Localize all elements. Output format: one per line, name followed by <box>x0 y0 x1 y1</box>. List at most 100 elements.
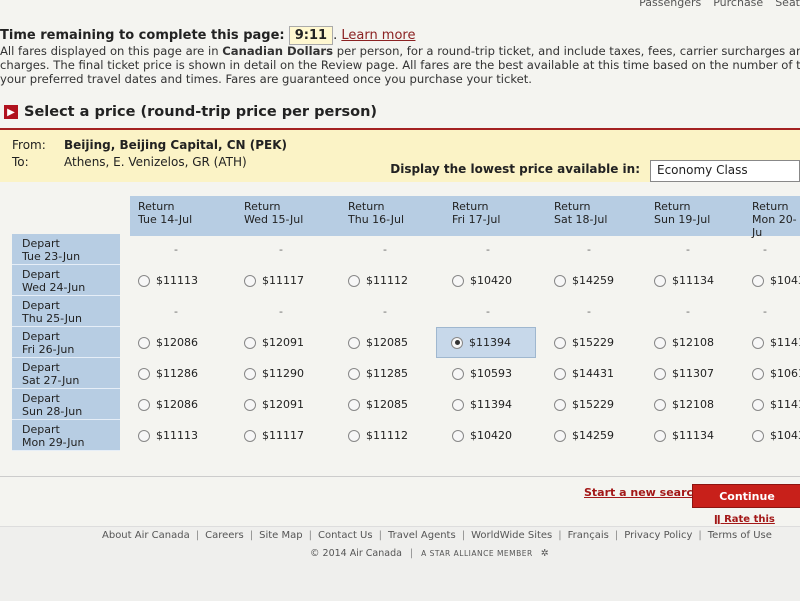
fare-cell[interactable]: $10437 <box>752 265 800 296</box>
fare-radio[interactable] <box>654 336 666 349</box>
fare-radio[interactable] <box>451 336 463 349</box>
fare-cell[interactable]: $11290 <box>244 358 344 389</box>
fare-cell[interactable]: $10420 <box>452 265 552 296</box>
fare-cell[interactable]: $11113 <box>138 420 238 451</box>
fare-cell[interactable]: $11307 <box>654 358 754 389</box>
fare-cell[interactable]: $11117 <box>244 265 344 296</box>
depart-date: Sat 27-Jun <box>22 374 80 387</box>
fare-info-text: All fares displayed on this page are in … <box>0 44 800 86</box>
fare-radio[interactable] <box>244 336 256 349</box>
footer-link[interactable]: Careers <box>205 530 244 541</box>
footer-link[interactable]: Travel Agents <box>388 530 456 541</box>
fare-cell[interactable]: $12108 <box>654 327 754 358</box>
fare-radio[interactable] <box>452 429 464 442</box>
return-date-header: Return Fri 17-Jul <box>444 196 546 236</box>
footer-separator: | <box>698 530 702 541</box>
fare-radio[interactable] <box>138 398 150 411</box>
timer-row: Time remaining to complete this page: 9:… <box>0 26 416 45</box>
footer-link[interactable]: Privacy Policy <box>624 530 692 541</box>
fare-radio[interactable] <box>752 398 764 411</box>
fare-cell[interactable]: $10437 <box>752 420 800 451</box>
fare-radio[interactable] <box>654 429 666 442</box>
fare-cell[interactable]: $11112 <box>348 265 448 296</box>
fare-radio[interactable] <box>244 398 256 411</box>
fare-cell[interactable]: $14431 <box>554 358 654 389</box>
learn-more-link[interactable]: Learn more <box>341 28 415 43</box>
fare-cell[interactable]: $10610 <box>752 358 800 389</box>
fare-cell[interactable]: $12091 <box>244 389 344 420</box>
start-new-search-link[interactable]: Start a new search <box>584 486 701 499</box>
fare-radio[interactable] <box>752 336 764 349</box>
fare-radio[interactable] <box>348 429 360 442</box>
fare-cell[interactable]: $11117 <box>244 420 344 451</box>
fare-cell[interactable]: $11112 <box>348 420 448 451</box>
fare-radio[interactable] <box>138 429 150 442</box>
fare-radio[interactable] <box>752 274 764 287</box>
footer-link[interactable]: Terms of Use <box>708 530 772 541</box>
fare-cell[interactable]: $12091 <box>244 327 344 358</box>
fare-cell[interactable]: $11411 <box>752 389 800 420</box>
fare-radio[interactable] <box>348 367 360 380</box>
fare-cell[interactable]: $12086 <box>138 389 238 420</box>
fare-radio[interactable] <box>452 398 464 411</box>
nav-passengers[interactable]: Passengers <box>639 0 701 9</box>
timer-label: Time remaining to complete this page: <box>0 28 285 43</box>
footer-link[interactable]: WorldWide Sites <box>471 530 552 541</box>
fare-radio[interactable] <box>654 398 666 411</box>
fare-cell[interactable]: $12085 <box>348 389 448 420</box>
cabin-class-select[interactable]: Economy Class <box>650 160 800 182</box>
fare-cell[interactable]: $11134 <box>654 265 754 296</box>
continue-button[interactable]: Continue <box>692 484 800 508</box>
fare-radio[interactable] <box>654 367 666 380</box>
fare-cell[interactable]: $11411 <box>752 327 800 358</box>
fare-unavailable: - <box>174 243 178 256</box>
fare-cell[interactable]: $10420 <box>452 420 552 451</box>
fare-radio[interactable] <box>348 274 360 287</box>
fare-unavailable: - <box>763 305 767 318</box>
fare-radio[interactable] <box>554 429 566 442</box>
fare-cell[interactable]: $14259 <box>554 420 654 451</box>
footer-link[interactable]: Site Map <box>259 530 302 541</box>
fare-price: $11113 <box>156 274 198 287</box>
fare-cell[interactable]: $11394 <box>436 327 536 358</box>
fare-radio[interactable] <box>554 336 566 349</box>
fare-radio[interactable] <box>138 336 150 349</box>
return-date: Sat 18-Jul <box>554 213 608 226</box>
nav-purchase[interactable]: Purchase <box>713 0 763 9</box>
fare-radio[interactable] <box>554 398 566 411</box>
fare-radio[interactable] <box>752 367 764 380</box>
to-value: Athens, E. Venizelos, GR (ATH) <box>64 155 247 169</box>
fare-radio[interactable] <box>244 429 256 442</box>
fare-cell[interactable]: $10593 <box>452 358 552 389</box>
fare-cell[interactable]: $11285 <box>348 358 448 389</box>
fare-radio[interactable] <box>554 367 566 380</box>
footer-link[interactable]: Français <box>568 530 609 541</box>
fare-cell[interactable]: $11394 <box>452 389 552 420</box>
footer-link[interactable]: About Air Canada <box>102 530 190 541</box>
fare-cell[interactable]: $12086 <box>138 327 238 358</box>
fare-cell[interactable]: $11113 <box>138 265 238 296</box>
fare-cell[interactable]: $12108 <box>654 389 754 420</box>
footer-link[interactable]: Contact Us <box>318 530 373 541</box>
fare-radio[interactable] <box>452 274 464 287</box>
nav-seat[interactable]: Seat <box>775 0 800 9</box>
fare-radio[interactable] <box>138 367 150 380</box>
fare-cell[interactable]: $14259 <box>554 265 654 296</box>
fare-cell[interactable]: $11286 <box>138 358 238 389</box>
fare-cell[interactable]: $11134 <box>654 420 754 451</box>
fare-price: $11290 <box>262 367 304 380</box>
fare-radio[interactable] <box>752 429 764 442</box>
fare-radio[interactable] <box>138 274 150 287</box>
fare-radio[interactable] <box>348 398 360 411</box>
fare-radio[interactable] <box>244 274 256 287</box>
to-label: To: <box>12 155 29 169</box>
fare-radio[interactable] <box>452 367 464 380</box>
fare-radio[interactable] <box>244 367 256 380</box>
fare-unavailable: - <box>486 243 490 256</box>
fare-cell[interactable]: $15229 <box>554 327 654 358</box>
fare-radio[interactable] <box>654 274 666 287</box>
fare-cell[interactable]: $12085 <box>348 327 448 358</box>
fare-cell[interactable]: $15229 <box>554 389 654 420</box>
fare-radio[interactable] <box>554 274 566 287</box>
fare-radio[interactable] <box>348 336 360 349</box>
